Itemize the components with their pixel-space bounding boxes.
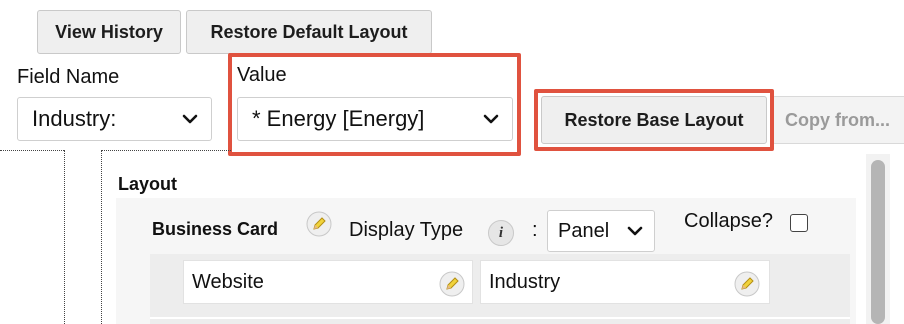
panel-title: Business Card xyxy=(152,219,279,239)
restore-base-highlight-box xyxy=(534,89,774,151)
scrollbar-thumb[interactable] xyxy=(871,160,885,324)
value-highlight-box xyxy=(228,53,521,156)
field-name-select-value: Industry: xyxy=(32,106,117,131)
restore-default-layout-button[interactable]: Restore Default Layout xyxy=(186,10,432,54)
chevron-down-icon xyxy=(627,226,643,236)
layout-heading: Layout xyxy=(118,174,178,194)
industry-field[interactable]: Industry xyxy=(480,260,770,304)
field-name-label: Field Name xyxy=(17,66,120,88)
website-field-label: Website xyxy=(192,270,264,293)
display-type-colon: : xyxy=(532,219,538,241)
left-top-divider xyxy=(0,150,64,151)
info-icon[interactable]: i xyxy=(488,220,514,246)
display-type-select[interactable]: Panel xyxy=(547,210,655,252)
view-history-button[interactable]: View History xyxy=(37,10,181,54)
industry-field-label: Industry xyxy=(489,270,561,293)
display-type-label: Display Type xyxy=(349,219,464,241)
pencil-icon[interactable] xyxy=(439,271,465,297)
pencil-icon[interactable] xyxy=(306,211,332,237)
copy-from-button[interactable]: Copy from... xyxy=(772,96,904,144)
pencil-icon[interactable] xyxy=(734,271,760,297)
website-field[interactable]: Website xyxy=(183,260,473,304)
info-icon-glyph: i xyxy=(498,224,504,241)
collapse-label: Collapse? xyxy=(684,210,773,232)
layout-area-top-border xyxy=(101,150,231,151)
layout-area-left-border xyxy=(101,150,102,324)
field-name-select[interactable]: Industry: xyxy=(17,97,212,141)
display-type-select-value: Panel xyxy=(558,219,610,242)
left-divider-line xyxy=(64,150,65,324)
chevron-down-icon xyxy=(182,114,198,124)
field-row-divider xyxy=(150,317,850,319)
collapse-checkbox[interactable] xyxy=(790,214,808,232)
